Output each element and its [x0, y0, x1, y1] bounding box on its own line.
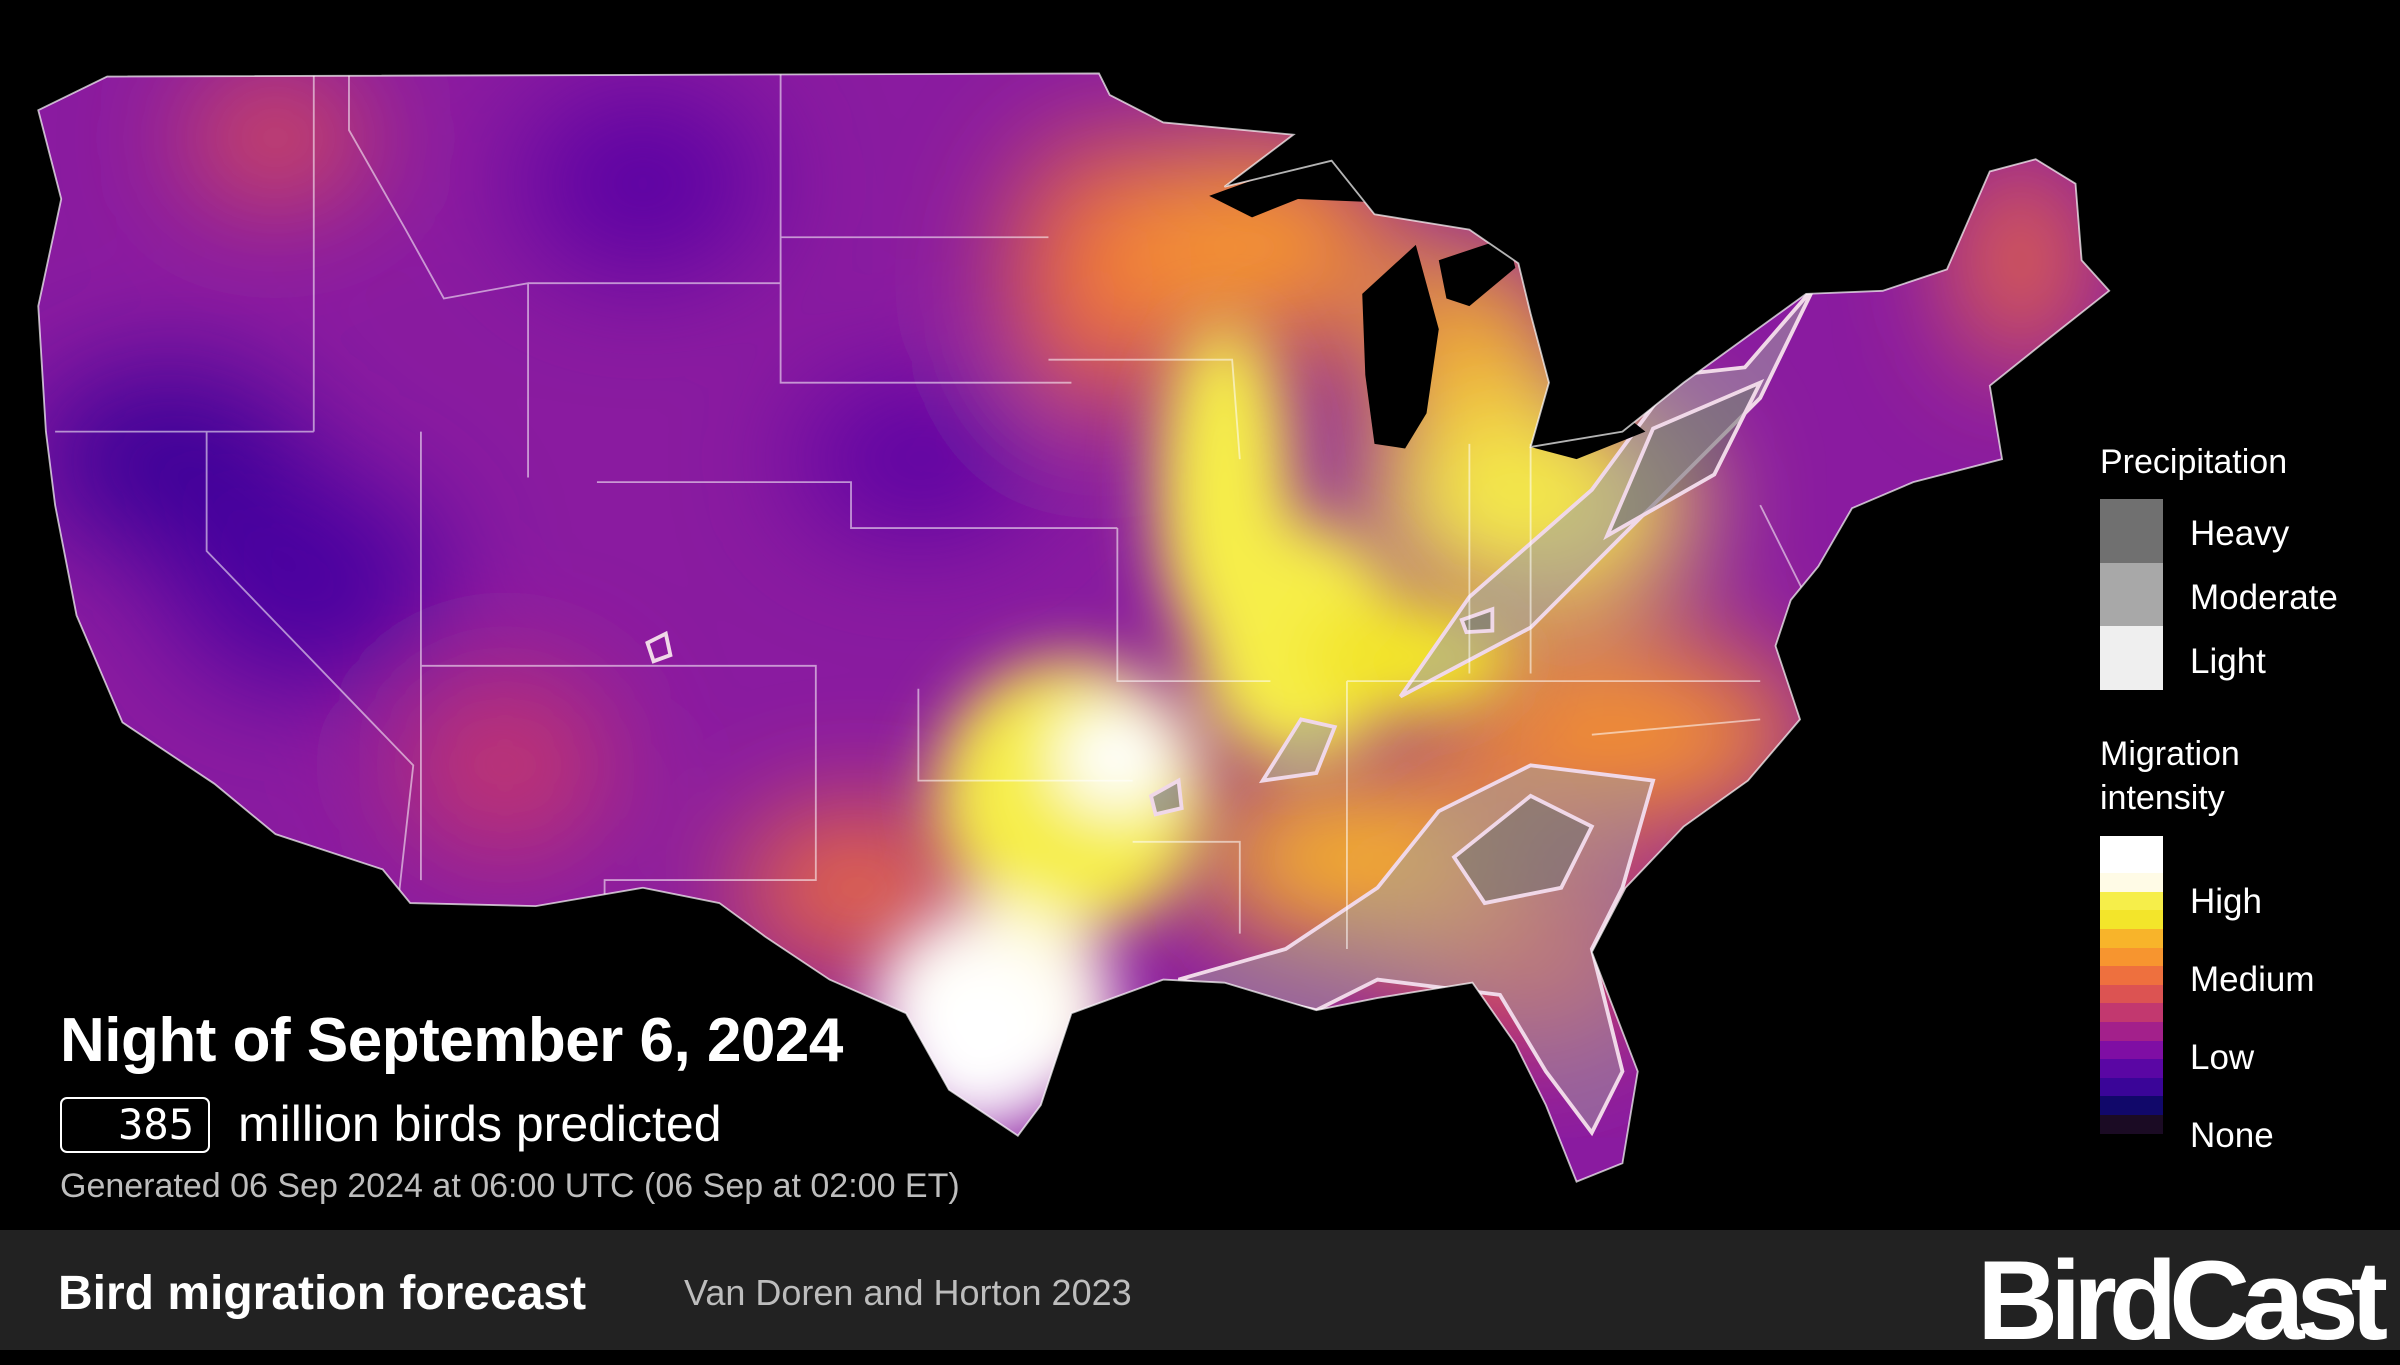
migration-scale-step — [2100, 836, 2163, 855]
generated-timestamp: Generated 06 Sep 2024 at 06:00 UTC (06 S… — [60, 1167, 960, 1205]
migration-scale-step — [2100, 891, 2163, 911]
migration-low-label: Low — [2190, 1038, 2255, 1077]
migration-scale-step — [2100, 947, 2163, 967]
migration-scale-step — [2100, 1096, 2163, 1115]
migration-scale-step — [2100, 984, 2163, 1004]
precip-moderate-swatch — [2100, 563, 2163, 626]
bird-count-label: million birds predicted — [238, 1096, 722, 1152]
footer-citation: Van Doren and Horton 2023 — [684, 1272, 1132, 1313]
migration-color-scale — [2100, 836, 2163, 1153]
footer-bar: Bird migration forecast Van Doren and Ho… — [0, 1230, 2400, 1363]
migration-scale-step — [2100, 910, 2163, 929]
precip-moderate-label: Moderate — [2190, 578, 2338, 617]
precip-heavy-label: Heavy — [2190, 514, 2290, 553]
migration-scale-step — [2100, 1021, 2163, 1041]
precipitation-legend-title: Precipitation — [2100, 443, 2288, 481]
migration-scale-step — [2100, 1114, 2163, 1134]
migration-scale-step — [2100, 873, 2163, 892]
birdcast-logo: BirdCast — [1977, 1238, 2388, 1363]
migration-scale-step — [2100, 966, 2163, 985]
migration-medium-label: Medium — [2190, 960, 2315, 999]
bird-count-value: 385 — [60, 1097, 210, 1153]
migration-scale-step — [2100, 1003, 2163, 1022]
precip-light-swatch — [2100, 626, 2163, 690]
migration-legend-title-1: Migration — [2100, 735, 2240, 773]
migration-legend-title-2: intensity — [2100, 779, 2225, 817]
footer-title: Bird migration forecast — [58, 1267, 587, 1320]
precip-light-label: Light — [2190, 642, 2266, 681]
migration-high-label: High — [2190, 882, 2262, 921]
migration-scale-step — [2100, 1077, 2163, 1097]
migration-none-label: None — [2190, 1116, 2274, 1155]
precip-heavy-swatch — [2100, 499, 2163, 563]
migration-scale-step — [2100, 1133, 2163, 1153]
migration-scale-step — [2100, 928, 2163, 948]
migration-scale-step — [2100, 854, 2163, 874]
migration-scale-step — [2100, 1040, 2163, 1060]
migration-scale-step — [2100, 1059, 2163, 1078]
forecast-date-title: Night of September 6, 2024 — [60, 1006, 843, 1075]
